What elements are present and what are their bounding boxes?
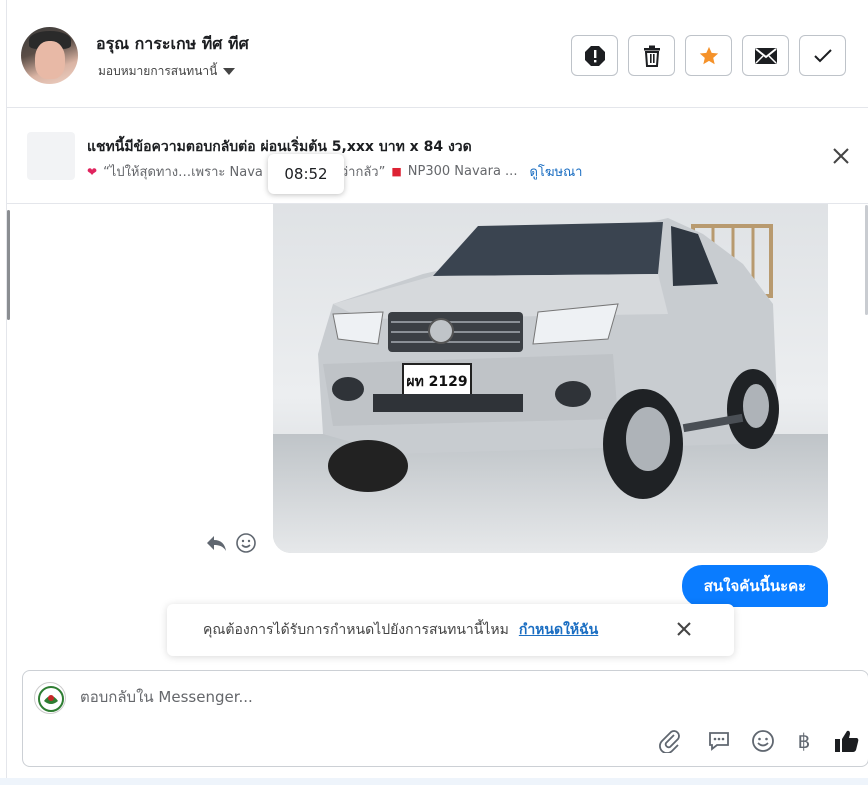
- baht-icon: ฿: [797, 729, 811, 753]
- ad-quote-tail: ว่ากลัว”: [340, 165, 386, 180]
- trash-icon: [643, 45, 660, 67]
- ad-quote: “ไปให้สุดทาง…เพราะ Nava: [103, 165, 263, 180]
- heart-icon: ❤: [87, 164, 98, 179]
- payment-button[interactable]: ฿: [790, 727, 818, 755]
- report-button[interactable]: [571, 35, 618, 76]
- outgoing-message-bubble[interactable]: สนใจคันนี้นะคะ: [682, 565, 828, 607]
- assign-dropdown[interactable]: มอบหมายการสนทนานี้: [98, 62, 236, 81]
- ad-product: NP300 Navara ...: [407, 164, 518, 179]
- assign-to-me-link[interactable]: กำหนดให้ฉัน: [519, 619, 598, 641]
- reply-input[interactable]: [80, 688, 780, 706]
- photo-message[interactable]: ผท 2129: [273, 204, 828, 553]
- message-actions: [205, 532, 257, 554]
- license-plate: ผท 2129: [406, 374, 467, 390]
- saved-reply-button[interactable]: [705, 727, 733, 755]
- ad-thumbnail[interactable]: [27, 132, 75, 180]
- star-icon: [699, 46, 718, 64]
- check-icon: [813, 48, 832, 62]
- mark-done-button[interactable]: [799, 35, 846, 76]
- delete-button[interactable]: [628, 35, 675, 76]
- emoji-icon: [752, 730, 774, 752]
- car-icon: ■: [391, 165, 402, 178]
- timestamp-tooltip: 08:52: [268, 154, 344, 194]
- conversation-header: อรุณ การะเกษ ทีศ ทีศ มอบหมายการสนทนานี้: [7, 0, 868, 108]
- mark-unread-button[interactable]: [742, 35, 789, 76]
- emoji-button[interactable]: [749, 727, 777, 755]
- close-icon: [833, 148, 849, 164]
- ad-context-banner: แชทนี้มีข้อความตอบกลับต่อ ผ่อนเริ่มต้น 5…: [7, 108, 868, 204]
- saved-reply-icon: [709, 732, 729, 751]
- close-assign-prompt-button[interactable]: [676, 621, 692, 637]
- star-button[interactable]: [685, 35, 732, 76]
- contact-name[interactable]: อรุณ การะเกษ ทีศ ทีศ: [96, 32, 249, 57]
- attach-button[interactable]: [656, 727, 684, 755]
- bottom-edge: [0, 778, 868, 785]
- alert-icon: [584, 45, 605, 66]
- view-ad-link[interactable]: ดูโฆษณา: [529, 161, 582, 182]
- paperclip-icon: [659, 730, 680, 753]
- like-button[interactable]: [833, 727, 861, 755]
- close-icon: [677, 622, 691, 636]
- avatar-face: [35, 41, 65, 79]
- pickup-truck-image: ผท 2129: [318, 218, 779, 499]
- reply-icon[interactable]: [205, 533, 227, 553]
- message-composer: ฿: [22, 670, 868, 767]
- caret-down-icon: [223, 68, 236, 75]
- conversation-panel: อรุณ การะเกษ ทีศ ทีศ มอบหมายการสนทนานี้: [6, 0, 868, 785]
- assign-prompt-text: คุณต้องการได้รับการกำหนดไปยังการสนทนานี้…: [203, 622, 509, 638]
- page-logo-icon: [38, 686, 64, 712]
- page-logo: [34, 682, 66, 714]
- envelope-icon: [754, 47, 777, 64]
- avatar[interactable]: [21, 27, 78, 84]
- react-emoji-icon[interactable]: [235, 532, 257, 554]
- assign-label: มอบหมายการสนทนานี้: [98, 64, 218, 78]
- assign-prompt: คุณต้องการได้รับการกำหนดไปยังการสนทนานี้…: [167, 604, 734, 656]
- close-ad-banner-button[interactable]: [831, 146, 851, 166]
- left-scrollbar[interactable]: [7, 210, 10, 320]
- thumbs-up-icon: [835, 730, 859, 752]
